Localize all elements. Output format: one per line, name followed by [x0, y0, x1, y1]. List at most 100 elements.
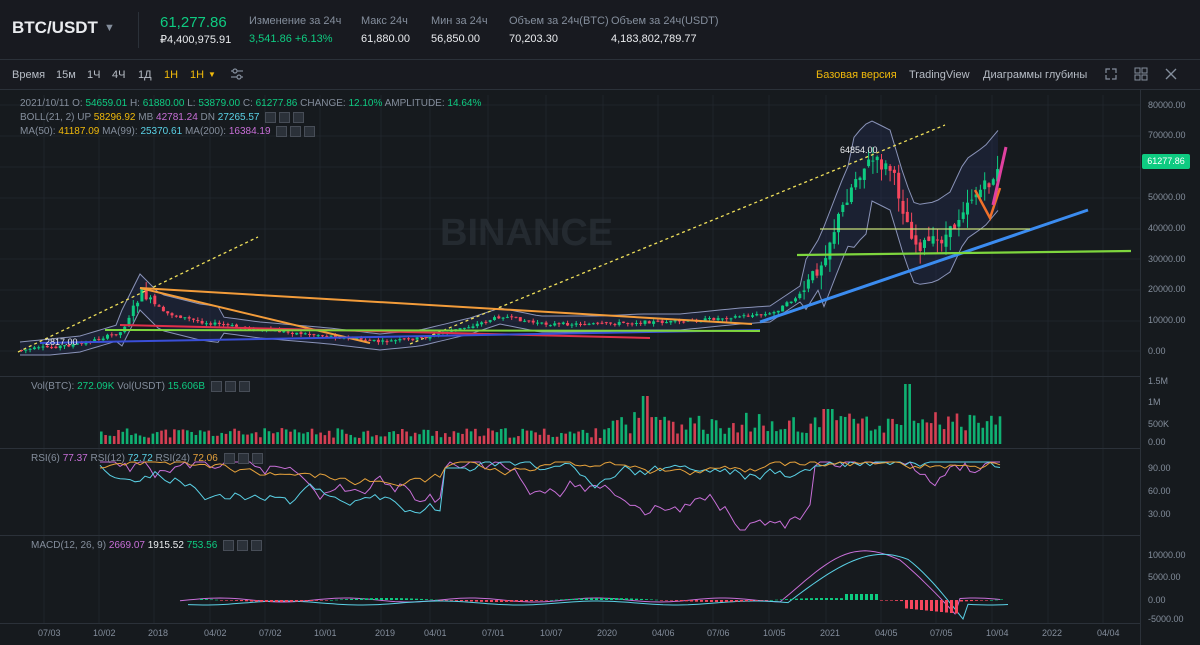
eye-icon[interactable] [223, 540, 235, 551]
macd-histogram-bar [635, 598, 638, 600]
ohlc-legend: 2021/10/11 O: 54659.01 H: 61880.00 L: 53… [20, 98, 481, 110]
volume-bar [620, 417, 623, 444]
time-axis-label: 07/06 [707, 628, 730, 638]
volume-bar [353, 437, 357, 444]
green-support-line[interactable] [104, 329, 761, 332]
volume-bar [891, 418, 894, 444]
macd-histogram-bar [445, 600, 448, 601]
volume-bar [684, 429, 688, 444]
macd-histogram-bar [825, 598, 828, 600]
settings-icon[interactable] [290, 126, 302, 137]
time-axis-label: 10/07 [540, 628, 563, 638]
candle-body [230, 325, 234, 327]
volume-bar [641, 396, 645, 444]
candle-body [514, 316, 518, 318]
volume-bar [246, 434, 249, 444]
settings-icon[interactable] [237, 540, 249, 551]
candle-body [785, 302, 789, 307]
candle-body [643, 320, 647, 324]
volume-bar [938, 424, 942, 444]
volume-bar [229, 431, 232, 444]
volume-bar [177, 430, 180, 444]
macd-histogram-bar [545, 600, 548, 601]
time-axis-label: 07/05 [930, 628, 953, 638]
macd-histogram-bar [605, 598, 608, 600]
macd-histogram-bar [250, 600, 253, 602]
volume-bar [955, 413, 959, 444]
eye-icon[interactable] [276, 126, 288, 137]
eye-icon[interactable] [210, 381, 222, 392]
macd-histogram-bar [410, 598, 413, 600]
candle-body [751, 315, 754, 317]
volume-bar [852, 418, 856, 444]
candle-body [746, 315, 750, 317]
macd-histogram-bar [905, 600, 908, 609]
boll-up-label: UP [77, 112, 91, 124]
macd-histogram-bar [615, 598, 618, 600]
macd-histogram-bar [920, 600, 923, 610]
pane-separator[interactable] [0, 376, 1140, 377]
settings-icon[interactable] [237, 453, 249, 464]
candle-body [222, 324, 226, 326]
close-icon[interactable] [293, 112, 305, 123]
close-icon[interactable] [304, 126, 316, 137]
low-label: 2817.00 [45, 337, 78, 347]
candle-body [940, 239, 944, 244]
volume-bar [745, 412, 748, 444]
volume-bar [220, 432, 223, 444]
candle-body [458, 328, 462, 330]
volume-bar [783, 428, 787, 444]
volume-bar [138, 435, 142, 444]
rsi-axis-label: 30.00 [1148, 509, 1171, 519]
macd-histogram-bar [465, 600, 468, 602]
volume-bar [181, 429, 185, 444]
volume-bar [912, 420, 916, 444]
candle-body [157, 305, 161, 307]
macd-histogram-bar [890, 600, 893, 601]
candle-body [867, 159, 871, 167]
pane-separator[interactable] [0, 448, 1140, 449]
candle-body [303, 333, 307, 335]
macd-histogram-bar [390, 598, 393, 600]
candle-body [28, 348, 32, 350]
price-axis[interactable] [1140, 90, 1200, 645]
volume-bar [198, 430, 202, 444]
candle-body [553, 323, 557, 326]
volume-bar [990, 415, 993, 444]
macd-histogram-bar [575, 598, 578, 600]
candle-body [372, 339, 376, 341]
candle-body [665, 322, 668, 324]
volume-bar [439, 437, 443, 444]
volume-bar [714, 420, 718, 444]
volume-bar [207, 430, 211, 444]
volume-bar [358, 437, 361, 444]
volume-bar [719, 428, 722, 444]
macd-histogram-bar [725, 600, 728, 602]
macd-histogram-bar [260, 600, 263, 602]
candle-body [166, 311, 170, 314]
settings-icon[interactable] [279, 112, 291, 123]
volume-bar [512, 437, 516, 444]
volume-bar [899, 424, 903, 444]
legend-amp: 14.64% [447, 98, 482, 109]
macd-histogram-bar [795, 598, 798, 600]
eye-icon[interactable] [265, 112, 277, 123]
candle-body [712, 317, 716, 321]
close-icon[interactable] [251, 540, 263, 551]
time-axis-label: 04/02 [204, 628, 227, 638]
eye-icon[interactable] [223, 453, 235, 464]
close-icon[interactable] [238, 381, 250, 392]
macd-histogram-bar [640, 598, 643, 600]
volume-bar [994, 424, 997, 444]
pane-separator[interactable] [0, 623, 1140, 624]
volume-bar [388, 432, 391, 444]
ma50: 41187.09 [58, 126, 100, 138]
settings-icon[interactable] [224, 381, 236, 392]
candle-body [187, 317, 191, 319]
pane-separator[interactable] [0, 535, 1140, 536]
candle-body [781, 305, 785, 312]
candle-body [505, 316, 509, 318]
close-icon[interactable] [251, 453, 263, 464]
volume-bar [616, 420, 619, 444]
candle-body [110, 334, 114, 336]
